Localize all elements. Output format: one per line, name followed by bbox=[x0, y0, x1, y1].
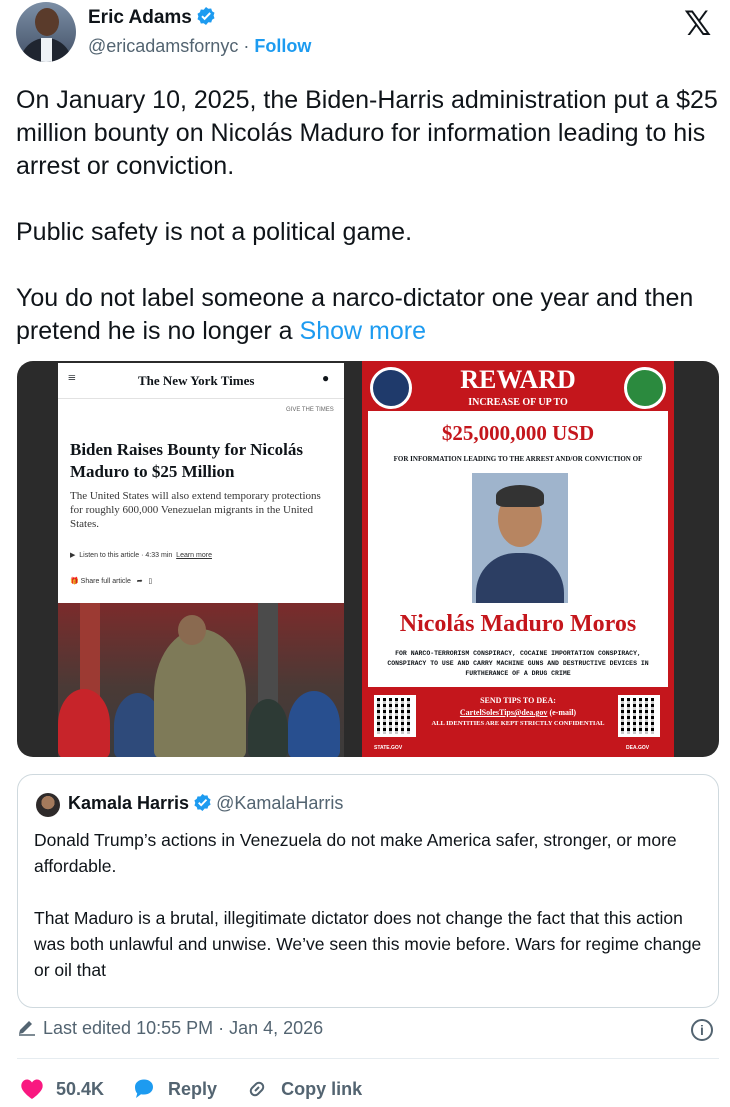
divider bbox=[17, 1058, 719, 1059]
poster-increase: INCREASE OF UP TO bbox=[468, 397, 568, 408]
quoted-avatar bbox=[36, 793, 60, 817]
reply-button[interactable]: Reply bbox=[132, 1078, 217, 1100]
quoted-author: Kamala Harris @KamalaHarris bbox=[68, 793, 343, 814]
poster-site-right: DEA.GOV bbox=[626, 745, 650, 751]
nyt-share-text: Share full article bbox=[80, 578, 131, 585]
nyt-subhead: The United States will also extend tempo… bbox=[70, 490, 321, 530]
tweet-paragraph-2: Public safety is not a political game. bbox=[16, 218, 413, 246]
rfj-seal-icon bbox=[624, 367, 666, 409]
nyt-screenshot: ≡ The New York Times ● GIVE THE TIMES Bi… bbox=[58, 363, 344, 603]
nyt-listen-text: Listen to this article · 4:33 min bbox=[79, 552, 173, 559]
poster-for-info: FOR INFORMATION LEADING TO THE ARREST AN… bbox=[393, 455, 643, 463]
quoted-handle: @KamalaHarris bbox=[216, 793, 344, 813]
poster-charges: FOR NARCO-TERRORISM CONSPIRACY, COCAINE … bbox=[387, 650, 649, 677]
tweet-text: On January 10, 2025, the Biden-Harris ad… bbox=[16, 84, 724, 348]
qr-code-left bbox=[374, 695, 416, 737]
poster-panel: $25,000,000 USD FOR INFORMATION LEADING … bbox=[368, 411, 668, 687]
maduro-photo bbox=[472, 473, 568, 603]
qr-code-right bbox=[618, 695, 660, 737]
nyt-headline: Biden Raises Bounty for Nicolás Maduro t… bbox=[70, 440, 303, 481]
poster-tips: SEND TIPS TO DEA: CartelSolesTips@dea.go… bbox=[422, 695, 614, 728]
tweet-paragraph-1: On January 10, 2025, the Biden-Harris ad… bbox=[16, 86, 718, 180]
like-button[interactable]: 50.4K bbox=[20, 1078, 104, 1100]
author-handle[interactable]: @ericadamsfornyc bbox=[88, 36, 238, 56]
menu-icon: ≡ bbox=[68, 371, 76, 386]
poster-email-row: CartelSolesTips@dea.gov (e-mail) bbox=[422, 707, 614, 719]
copy-link-label[interactable]: Copy link bbox=[281, 1079, 362, 1100]
edited-info[interactable]: Last edited 10:55 PM · Jan 4, 2026 bbox=[17, 1018, 323, 1039]
poster-identities: ALL IDENTITIES ARE KEPT STRICTLY CONFIDE… bbox=[431, 720, 605, 727]
tweet-media[interactable]: ≡ The New York Times ● GIVE THE TIMES Bi… bbox=[17, 361, 719, 757]
verified-badge-icon bbox=[197, 7, 215, 25]
action-bar: 50.4K Reply Copy link bbox=[20, 1074, 390, 1104]
x-logo-icon[interactable]: 𝕏 bbox=[684, 4, 711, 44]
state-seal-icon bbox=[370, 367, 412, 409]
follow-button[interactable]: Follow bbox=[254, 36, 311, 56]
nyt-share-row: 🎁 Share full article ➦ ▯ bbox=[70, 578, 153, 585]
tweet-paragraph-3: You do not label someone a narco-dictato… bbox=[16, 282, 724, 348]
poster-email-suffix: (e-mail) bbox=[549, 708, 577, 717]
pencil-icon bbox=[19, 1021, 35, 1036]
quoted-author-name: Kamala Harris bbox=[68, 793, 190, 813]
author-handle-row: @ericadamsfornyc · Follow bbox=[88, 36, 311, 57]
quoted-tweet[interactable]: Kamala Harris @KamalaHarris Donald Trump’… bbox=[17, 774, 719, 1008]
reward-poster: REWARD INCREASE OF UP TO $25,000,000 USD… bbox=[362, 361, 674, 757]
author-name-text[interactable]: Eric Adams bbox=[88, 7, 192, 28]
link-icon bbox=[249, 1081, 265, 1097]
quoted-text: Donald Trump’s actions in Venezuela do n… bbox=[34, 827, 710, 983]
copy-link-button[interactable]: Copy link bbox=[245, 1078, 362, 1100]
poster-email: CartelSolesTips@dea.gov bbox=[459, 708, 548, 717]
verified-badge-icon bbox=[194, 793, 211, 812]
quoted-paragraph-1: Donald Trump’s actions in Venezuela do n… bbox=[34, 830, 677, 876]
reply-label[interactable]: Reply bbox=[168, 1079, 217, 1100]
user-icon: ● bbox=[322, 371, 330, 385]
show-more-link[interactable]: Show more bbox=[300, 317, 426, 345]
poster-site-left: STATE.GOV bbox=[374, 745, 403, 751]
quoted-paragraph-2: That Maduro is a brutal, illegitimate di… bbox=[34, 908, 702, 980]
nyt-learn-more: Learn more bbox=[176, 552, 212, 559]
info-icon[interactable]: i bbox=[691, 1019, 713, 1041]
author-name[interactable]: Eric Adams bbox=[88, 6, 216, 29]
handle-separator: · bbox=[243, 36, 250, 56]
author-avatar[interactable] bbox=[16, 2, 76, 62]
reply-bubble-icon bbox=[135, 1079, 154, 1098]
poster-name: Nicolás Maduro Moros bbox=[399, 611, 637, 637]
like-count[interactable]: 50.4K bbox=[56, 1079, 104, 1100]
nyt-listen-row: ▶ Listen to this article · 4:33 min Lear… bbox=[70, 552, 212, 559]
nyt-logo: The New York Times bbox=[138, 373, 255, 388]
poster-reward: REWARD bbox=[460, 365, 576, 394]
edited-text[interactable]: Last edited 10:55 PM · Jan 4, 2026 bbox=[43, 1018, 323, 1038]
heart-icon bbox=[21, 1079, 43, 1099]
rally-photo bbox=[58, 603, 344, 757]
nyt-give-link: GIVE THE TIMES bbox=[286, 407, 334, 413]
poster-amount: $25,000,000 USD bbox=[441, 421, 595, 445]
poster-send-tips: SEND TIPS TO DEA: bbox=[480, 696, 556, 705]
